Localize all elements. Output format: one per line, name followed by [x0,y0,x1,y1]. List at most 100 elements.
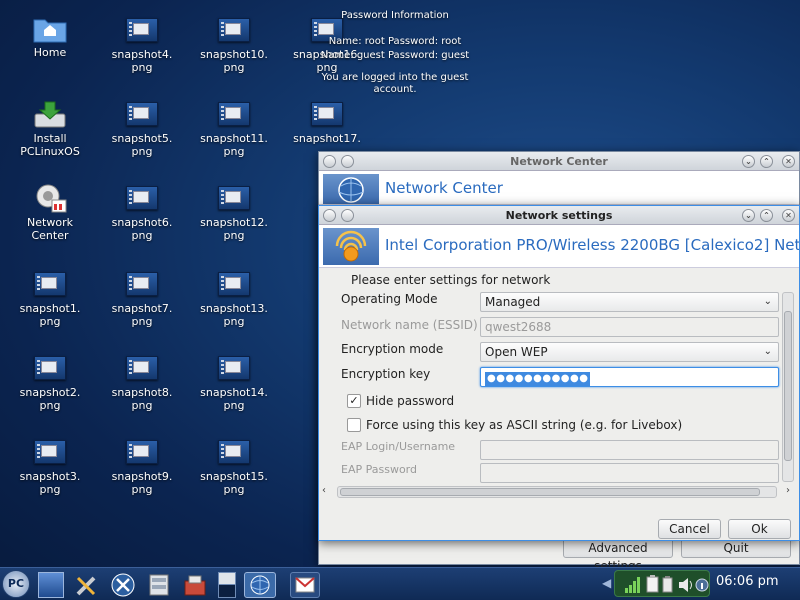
volume-icon [679,578,692,592]
network-prompt: Please enter settings for network [351,273,551,287]
encryption-key-label: Encryption key [341,367,431,381]
desktop-icon-install[interactable]: Install PCLinuxOS [10,100,90,158]
desktop-icon-label: snapshot13. png [200,302,268,328]
desktop-icon-label: snapshot2. png [19,386,81,412]
desktop-icon-snapshot15[interactable]: snapshot15. png [194,438,274,496]
desktop-icon-label: snapshot1. png [19,302,81,328]
ok-button[interactable]: Ok [728,519,791,539]
essid-label: Network name (ESSID) [341,318,478,332]
network-settings-dialog[interactable]: Network settings ⌄ ⌃ ✕ Intel Corporation… [318,205,800,541]
desktop-icon-snapshot6[interactable]: snapshot6. png [102,184,182,242]
image-file-icon [218,18,250,42]
folder-home-icon [32,14,68,43]
clipboard-icon [646,575,659,593]
desktop-icon-snapshot9[interactable]: snapshot9. png [102,438,182,496]
clock[interactable]: 06:06 pm [716,574,779,589]
image-file-icon [218,356,250,380]
eap-password-field[interactable] [480,463,779,483]
password-information: Password Information Name: root Password… [320,10,470,98]
start-menu-button[interactable]: PC [2,570,30,598]
task-network-center[interactable] [244,572,276,598]
desktop-icon-label: snapshot7. png [111,302,173,328]
vertical-scrollbar[interactable] [782,292,794,482]
advanced-settings-button[interactable]: Advanced settings [563,538,673,573]
image-file-icon [34,440,66,464]
desktop-icon-network-center[interactable]: Network Center [10,184,90,242]
force-ascii-label: Force using this key as ASCII string (e.… [366,418,683,432]
maximize-icon[interactable]: ⌃ [760,209,773,222]
image-file-icon [126,102,158,126]
network-settings-titlebar[interactable]: Network settings ⌄ ⌃ ✕ [319,206,799,225]
keep-above-icon[interactable] [341,155,354,168]
scroll-thumb[interactable] [784,311,792,461]
force-ascii-checkbox[interactable] [347,418,361,432]
image-file-icon [126,272,158,296]
encryption-mode-select[interactable]: Open WEP ⌄ [480,342,779,362]
network-center-icon [32,184,68,213]
desktop-icon-label: snapshot12. png [200,216,268,242]
control-center-icon[interactable] [110,572,136,598]
image-file-icon [126,356,158,380]
desktop-icon-snapshot17[interactable]: snapshot17. [287,100,367,145]
info-icon [695,578,709,592]
desktop-icon-snapshot10[interactable]: snapshot10. png [194,16,274,74]
tools-icon[interactable] [74,572,100,598]
image-file-icon [126,440,158,464]
desktop-icon-label: snapshot11. png [200,132,268,158]
desktop-icon-label: snapshot15. png [200,470,268,496]
scroll-left-icon[interactable]: ‹ [322,485,326,496]
quit-button[interactable]: Quit [681,538,791,558]
pager-desktop-1[interactable] [219,573,235,585]
desktop-icon-snapshot14[interactable]: snapshot14. png [194,354,274,412]
network-center-title: Network Center [510,155,608,168]
wifi-signal-icon [625,577,640,593]
encryption-key-value: ●●●●●●●●●●● [485,372,591,386]
keep-above-icon[interactable] [341,209,354,222]
desktop-icon-snapshot5[interactable]: snapshot5. png [102,100,182,158]
cancel-button[interactable]: Cancel [658,519,721,539]
eap-login-field[interactable] [480,440,779,460]
scroll-right-icon[interactable]: › [786,485,790,496]
network-center-titlebar[interactable]: Network Center ⌄ ⌃ ✕ [319,152,799,171]
desktop-icon-home[interactable]: Home [10,14,90,59]
desktop-icon-snapshot1[interactable]: snapshot1. png [10,270,90,328]
desktop-icon-snapshot11[interactable]: snapshot11. png [194,100,274,158]
window-menu-icon[interactable] [323,209,336,222]
operating-mode-label: Operating Mode [341,292,438,306]
horizontal-scrollbar[interactable]: ‹ › [322,485,790,498]
desktop-icon-label: snapshot14. png [200,386,268,412]
scroll-thumb[interactable] [340,488,760,496]
hide-password-label: Hide password [366,394,455,408]
desktop-icon-snapshot12[interactable]: snapshot12. png [194,184,274,242]
file-manager-icon[interactable] [146,572,172,598]
show-desktop-icon[interactable] [38,572,64,598]
desktop-icon-snapshot8[interactable]: snapshot8. png [102,354,182,412]
maximize-icon[interactable]: ⌃ [760,155,773,168]
hide-password-checkbox[interactable]: ✓ [347,394,361,408]
task-mail[interactable] [290,572,320,598]
image-file-icon [218,186,250,210]
minimize-icon[interactable]: ⌄ [742,155,755,168]
tray-arrow-icon[interactable]: ◀ [602,576,611,590]
pager[interactable] [218,572,236,598]
eap-password-label: EAP Password [341,463,417,476]
desktop-icon-label: snapshot5. png [111,132,173,158]
desktop-icon-snapshot2[interactable]: snapshot2. png [10,354,90,412]
package-manager-icon[interactable] [182,572,208,598]
desktop-icon-snapshot13[interactable]: snapshot13. png [194,270,274,328]
desktop-icon-snapshot4[interactable]: snapshot4. png [102,16,182,74]
desktop-icon-label: snapshot17. [293,132,361,145]
close-icon[interactable]: ✕ [782,155,795,168]
desktop-icon-snapshot7[interactable]: snapshot7. png [102,270,182,328]
password-info-root: Name: root Password: root [328,36,462,47]
minimize-icon[interactable]: ⌄ [742,209,755,222]
operating-mode-select[interactable]: Managed ⌄ [480,292,779,312]
window-menu-icon[interactable] [323,155,336,168]
encryption-key-field[interactable]: ●●●●●●●●●●● [480,367,779,387]
image-file-icon [311,102,343,126]
close-icon[interactable]: ✕ [782,209,795,222]
network-center-banner-title: Network Center [385,179,503,197]
essid-field[interactable]: qwest2688 [480,317,779,337]
desktop-icon-snapshot3[interactable]: snapshot3. png [10,438,90,496]
image-file-icon [218,272,250,296]
